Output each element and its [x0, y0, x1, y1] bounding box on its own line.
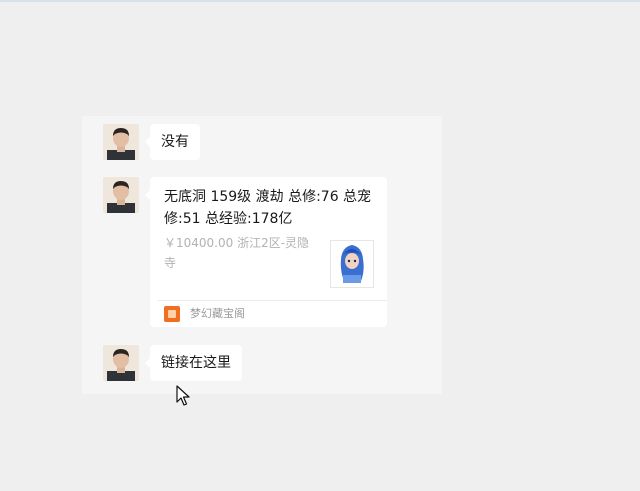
chat-panel: 没有 无底洞 159级 渡劫 总修:76 总宠修:51 总经验:178亿 ￥10…	[82, 116, 442, 394]
card-source: 梦幻藏宝阁	[164, 305, 245, 323]
card-divider	[158, 300, 387, 301]
card-title: 无底洞 159级 渡劫 总修:76 总宠修:51 总经验:178亿	[164, 189, 372, 227]
app-logo-icon	[164, 306, 180, 322]
person-avatar-icon	[103, 177, 139, 213]
mouse-cursor-icon	[176, 385, 190, 406]
link-card[interactable]: 无底洞 159级 渡劫 总修:76 总宠修:51 总经验:178亿 ￥10400…	[145, 177, 387, 327]
window-top-border	[0, 0, 640, 2]
person-avatar-icon	[103, 124, 139, 160]
avatar[interactable]	[103, 124, 139, 160]
card-price-server: ￥10400.00 浙江2区-灵隐寺	[164, 236, 310, 270]
person-avatar-icon	[103, 345, 139, 381]
message-bubble[interactable]: 没有	[145, 124, 200, 160]
character-thumbnail-icon	[331, 241, 373, 287]
avatar[interactable]	[103, 345, 139, 381]
message-bubble[interactable]: 链接在这里	[145, 345, 242, 381]
avatar[interactable]	[103, 177, 139, 213]
card-source-label: 梦幻藏宝阁	[190, 307, 245, 320]
card-thumbnail	[330, 240, 374, 288]
